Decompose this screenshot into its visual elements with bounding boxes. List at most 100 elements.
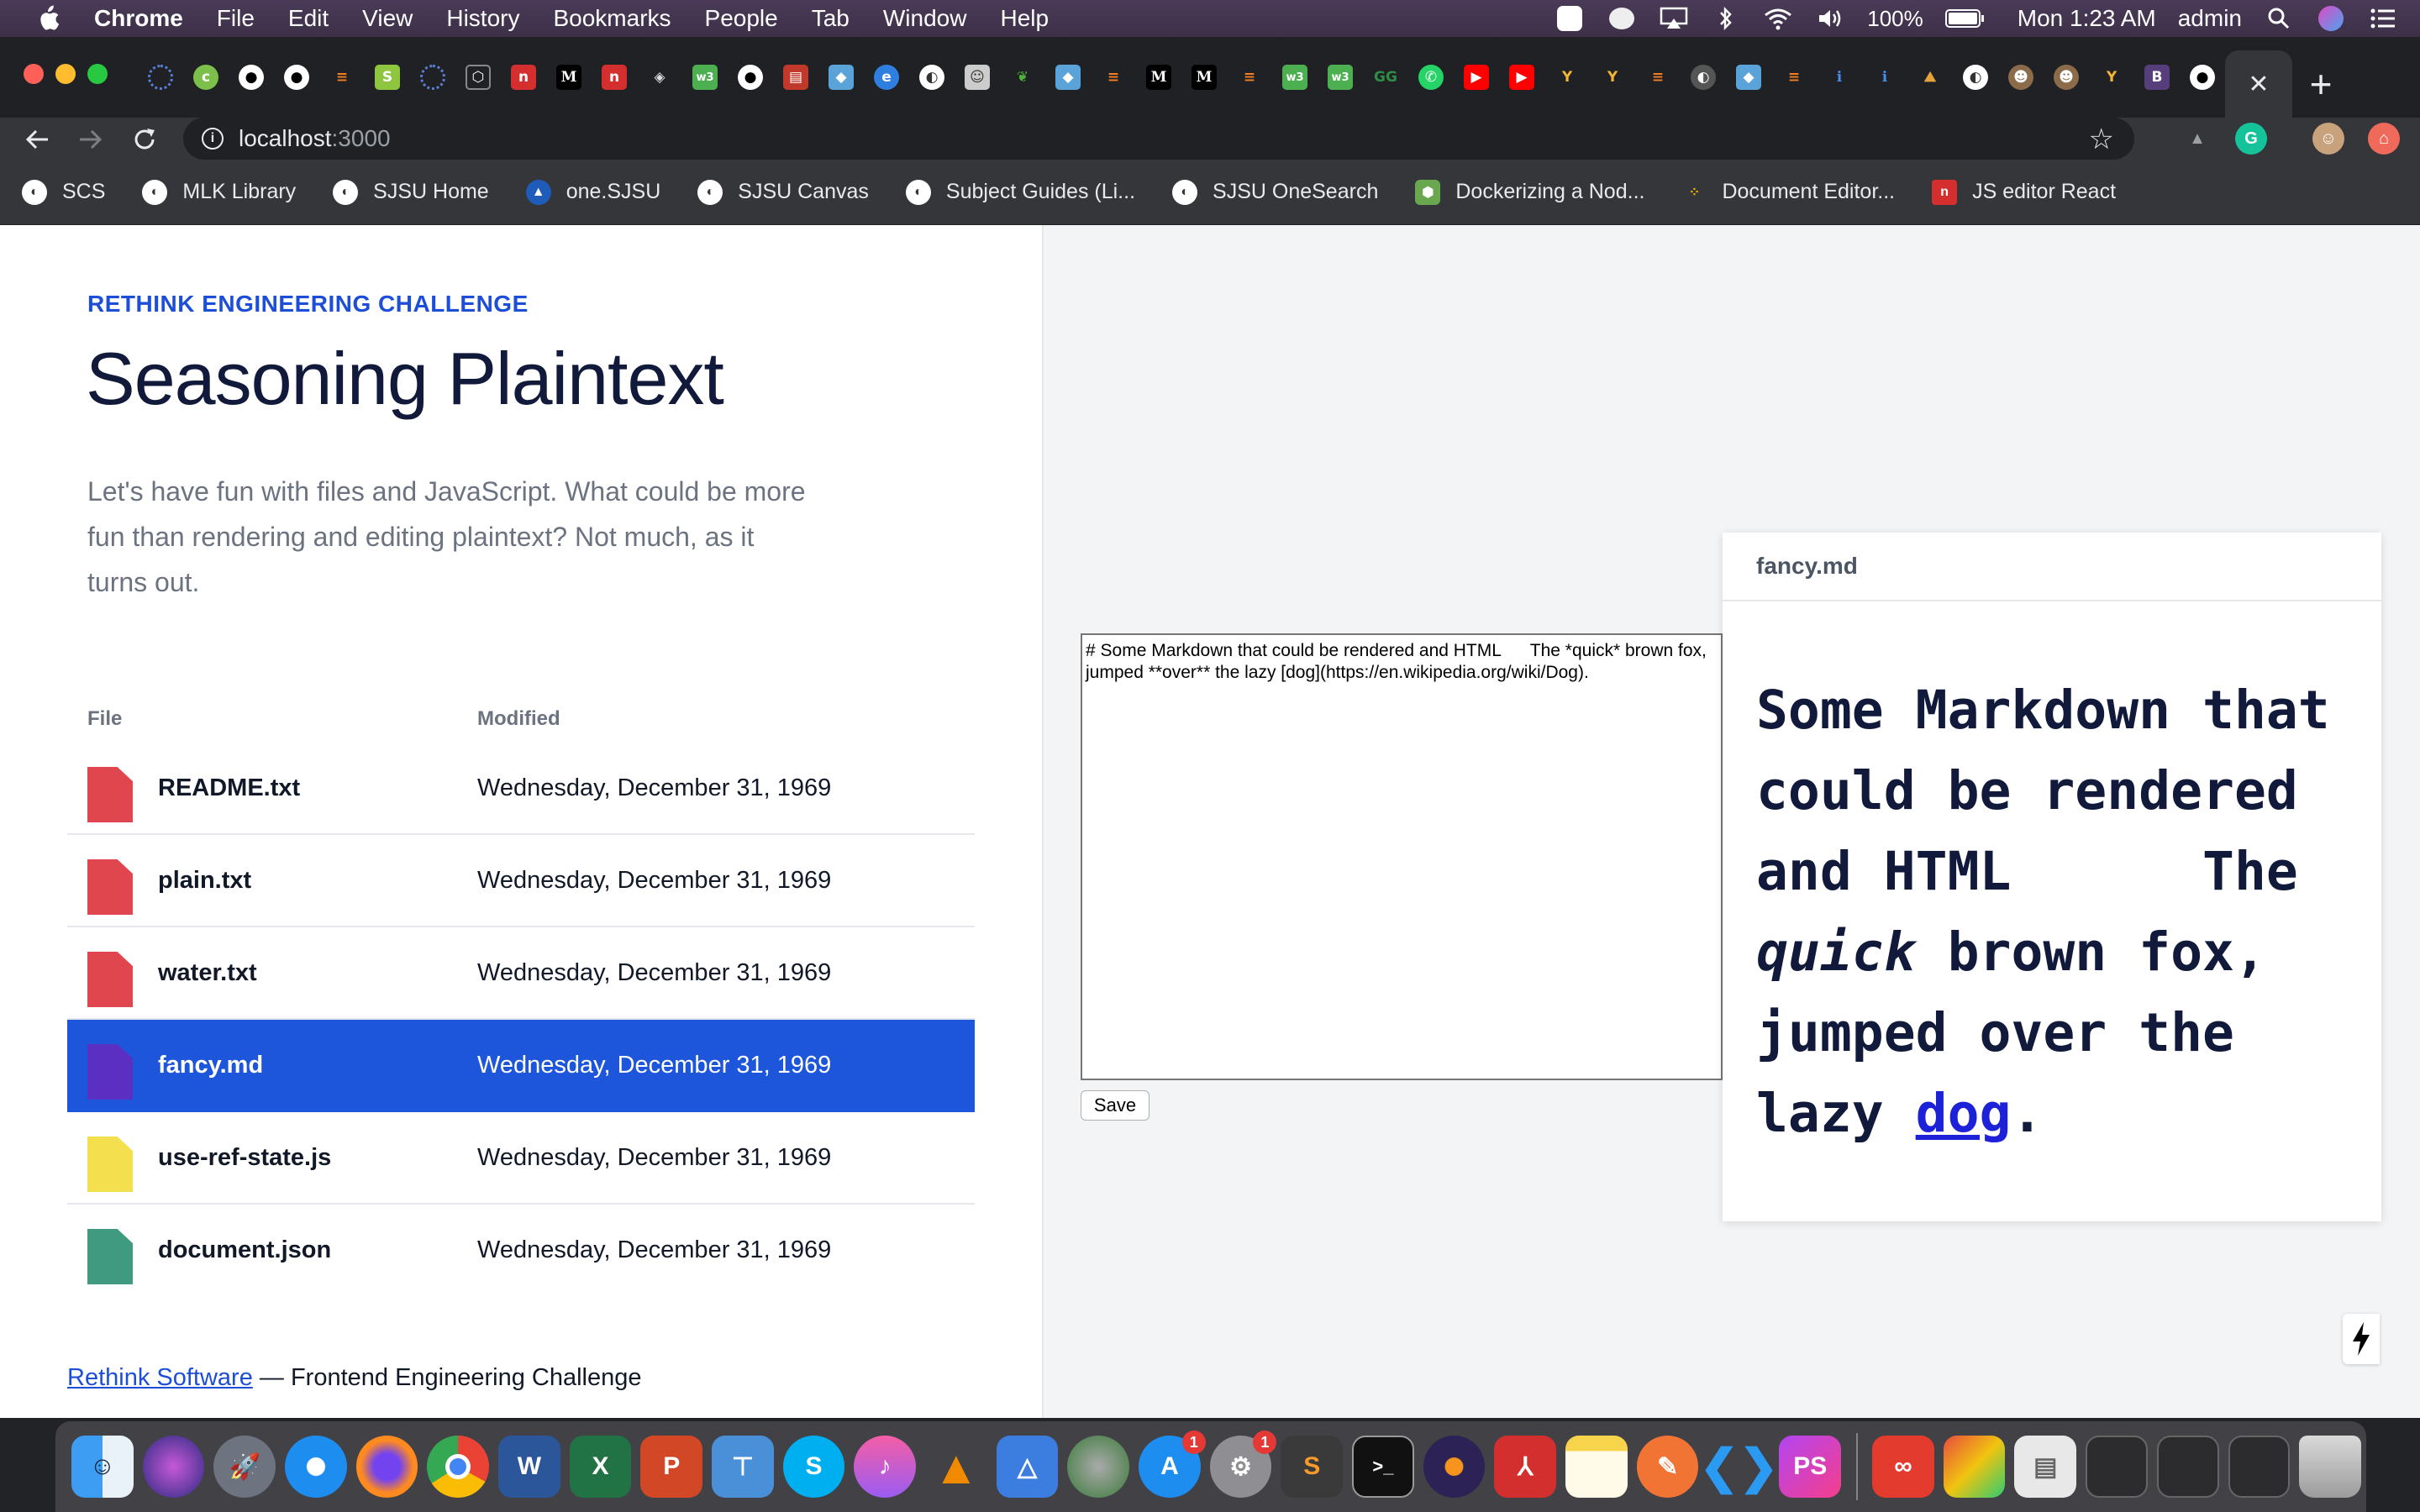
profile-avatar[interactable]: ☺ (2312, 123, 2344, 155)
bookmark-item[interactable]: ⬢ Dockerizing a Nod... (1415, 179, 1644, 205)
tab-23[interactable]: M (1136, 37, 1181, 118)
bookmark-item[interactable]: n JS editor React (1932, 179, 2116, 205)
drive-extension-icon[interactable]: ▲ (2181, 123, 2213, 155)
tab-4[interactable]: ● (274, 37, 319, 118)
tab-19[interactable]: ☺ (955, 37, 1000, 118)
user-name[interactable]: admin (2178, 5, 2242, 32)
menu-help[interactable]: Help (1000, 5, 1049, 32)
footer-link[interactable]: Rethink Software (67, 1364, 253, 1391)
tab-38[interactable]: ℹ (1817, 37, 1862, 118)
notification-center-icon[interactable] (2368, 6, 2398, 31)
battery-percent[interactable]: 100% (1867, 6, 1923, 32)
tab-26[interactable]: w3 (1272, 37, 1318, 118)
app-folder-icon[interactable] (1943, 1436, 2006, 1498)
excel-icon[interactable]: X (569, 1436, 632, 1498)
tab-42[interactable]: ☻ (1998, 37, 2044, 118)
tab-31[interactable]: ▶ (1499, 37, 1544, 118)
menu-window[interactable]: Window (883, 5, 967, 32)
menu-bookmarks[interactable]: Bookmarks (553, 5, 671, 32)
menu-edit[interactable]: Edit (288, 5, 329, 32)
close-tab-icon[interactable]: ✕ (2248, 70, 2269, 99)
file-row-selected[interactable]: fancy.md Wednesday, December 31, 1969 (67, 1020, 975, 1112)
home-extension-icon[interactable]: ⌂ (2368, 123, 2400, 155)
active-tab[interactable]: ✕ (2225, 50, 2292, 118)
terminal-icon[interactable]: >_ (1352, 1436, 1414, 1498)
tab-25[interactable]: ≡ (1227, 37, 1272, 118)
zoom-window-button[interactable] (87, 64, 108, 84)
siri-icon[interactable] (142, 1436, 205, 1498)
vlc-icon[interactable]: ▲ (925, 1436, 987, 1498)
menu-view[interactable]: View (362, 5, 413, 32)
tab-33[interactable]: Y (1590, 37, 1635, 118)
tab-37[interactable]: ≡ (1771, 37, 1817, 118)
tab-45[interactable]: B (2134, 37, 2180, 118)
screenshot-stack-icon[interactable] (2156, 1436, 2219, 1498)
acrobat-icon[interactable]: ⅄ (1494, 1436, 1557, 1498)
tab-21[interactable]: ◆ (1045, 37, 1091, 118)
bookmark-item[interactable]: ◐ SCS (22, 179, 105, 205)
grammarly-extension-icon[interactable]: G (2235, 123, 2267, 155)
tab-41[interactable]: ◐ (1953, 37, 1998, 118)
tab-9[interactable]: n (501, 37, 546, 118)
back-button[interactable] (18, 121, 55, 158)
powerpoint-icon[interactable]: P (640, 1436, 703, 1498)
creative-cloud-icon[interactable]: ∞ (1872, 1436, 1934, 1498)
file-row[interactable]: document.json Wednesday, December 31, 19… (67, 1205, 975, 1297)
close-window-button[interactable] (24, 64, 44, 84)
bluetooth-icon[interactable] (1711, 6, 1741, 31)
spotlight-search-icon[interactable] (2264, 6, 2294, 31)
tab-39[interactable]: ℹ (1862, 37, 1907, 118)
bookmark-item[interactable]: ◐ MLK Library (142, 179, 296, 205)
tab-3[interactable]: ● (229, 37, 274, 118)
preview-link[interactable]: dog (1916, 1083, 2012, 1144)
tab-44[interactable]: Y (2089, 37, 2134, 118)
lightning-bolt-icon[interactable] (2343, 1314, 2380, 1364)
downloads-stack-icon[interactable] (2228, 1436, 2291, 1498)
markdown-editor[interactable]: # Some Markdown that could be rendered a… (1081, 633, 1723, 1080)
vscode-icon[interactable]: ❮❯ (1700, 1436, 1779, 1498)
forward-button[interactable] (72, 121, 109, 158)
keynote-icon[interactable]: ⊤ (712, 1436, 774, 1498)
eclipse-icon[interactable] (1423, 1436, 1486, 1498)
tab-40[interactable]: ⛰ (1907, 37, 1953, 118)
tab-14[interactable]: ● (728, 37, 773, 118)
firefox-icon[interactable] (355, 1436, 418, 1498)
tab-12[interactable]: ◈ (637, 37, 682, 118)
tab-10[interactable]: M (546, 37, 592, 118)
system-preferences-icon[interactable]: ⚙ 1 (1209, 1431, 1277, 1498)
address-bar[interactable]: i localhost:3000 ☆ (183, 118, 2134, 160)
menu-history[interactable]: History (446, 5, 519, 32)
tab-22[interactable]: ≡ (1091, 37, 1136, 118)
tab-24[interactable]: M (1181, 37, 1227, 118)
pencil-app-icon[interactable]: ✎ (1636, 1436, 1699, 1498)
tab-13[interactable]: w3 (682, 37, 728, 118)
tab-18[interactable]: ◐ (909, 37, 955, 118)
bookmark-item[interactable]: ⁘ Document Editor... (1681, 180, 1895, 205)
battery-icon[interactable] (1944, 6, 1986, 31)
phpstorm-icon[interactable]: PS (1779, 1436, 1842, 1498)
tab-15[interactable]: ▤ (773, 37, 818, 118)
notes-icon[interactable] (1565, 1436, 1628, 1498)
tab-30[interactable]: ▶ (1454, 37, 1499, 118)
itunes-icon[interactable]: ♪ (854, 1436, 917, 1498)
tab-16[interactable]: ◆ (818, 37, 864, 118)
menu-app-name[interactable]: Chrome (94, 5, 183, 32)
tab-17[interactable]: e (864, 37, 909, 118)
tab-28[interactable]: GG (1363, 37, 1408, 118)
reload-button[interactable] (126, 121, 163, 158)
chrome-icon[interactable] (427, 1436, 490, 1498)
screenshot-stack-icon[interactable] (2086, 1436, 2148, 1498)
checkmark-shield-icon[interactable] (1555, 6, 1585, 31)
bookmark-item[interactable]: ◐ SJSU Home (333, 179, 489, 205)
apple-logo-icon[interactable] (34, 4, 62, 33)
launchpad-icon[interactable]: 🚀 (213, 1436, 276, 1498)
tab-5[interactable]: ≡ (319, 37, 365, 118)
airplay-icon[interactable] (1659, 6, 1689, 31)
tab-8[interactable]: ⬡ (455, 37, 501, 118)
finder-icon[interactable]: ☺ (71, 1436, 134, 1498)
bookmark-item[interactable]: ◐ SJSU Canvas (697, 179, 869, 205)
safari-icon[interactable] (285, 1436, 347, 1498)
tab-7[interactable] (410, 37, 455, 118)
trash-icon[interactable] (2299, 1436, 2361, 1498)
tab-6[interactable]: S (365, 37, 410, 118)
